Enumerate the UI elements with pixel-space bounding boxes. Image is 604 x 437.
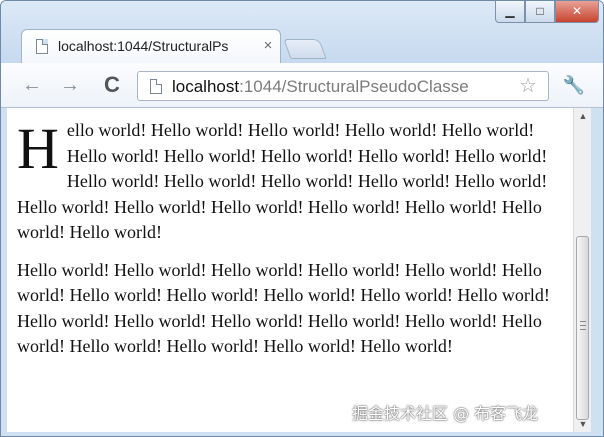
page-content: Hello world! Hello world! Hello world! H… [17,118,565,372]
back-arrow-icon[interactable]: ← [19,73,45,97]
page-icon [36,39,48,54]
window-controls: ▁ □ ✕ [495,1,599,23]
tab-active[interactable]: localhost:1044/StructuralPs × [21,29,281,63]
paragraph-first: Hello world! Hello world! Hello world! H… [17,118,565,246]
forward-arrow-icon[interactable]: → [57,73,83,97]
drop-cap-letter: H [17,116,59,181]
paragraph-first-text: ello world! Hello world! Hello world! He… [17,120,548,242]
bookmark-star-icon[interactable]: ☆ [516,74,540,98]
tab-close-icon[interactable]: × [260,37,276,55]
scroll-thumb[interactable] [576,236,589,420]
url-text[interactable]: localhost:1044/StructuralPseudoClasse [172,76,512,98]
maximize-button[interactable]: □ [525,1,555,23]
tab-strip: localhost:1044/StructuralPs × ▁ □ ✕ [1,1,603,63]
new-tab-button[interactable] [283,39,327,59]
url-host: localhost [172,77,240,96]
address-bar[interactable]: localhost:1044/StructuralPseudoClasse ☆ [137,71,549,101]
paragraph-second: Hello world! Hello world! Hello world! H… [17,259,550,357]
grip-icon [580,321,586,330]
url-path: :1044/StructuralPseudoClasse [239,77,469,96]
tab-title: localhost:1044/StructuralPs [58,38,229,54]
close-window-button[interactable]: ✕ [555,1,599,23]
page-icon [150,79,162,94]
browser-toolbar: ← → C localhost:1044/StructuralPseudoCla… [1,63,603,108]
watermark: 掘金技术社区 @ 布客飞龙 [352,404,539,423]
scroll-up-arrow-icon[interactable]: ▲ [574,108,591,124]
minimize-button[interactable]: ▁ [495,1,525,23]
wrench-menu-icon[interactable]: 🔧 [561,73,587,97]
page-viewport: Hello world! Hello world! Hello world! H… [7,108,591,432]
reload-icon[interactable]: C [99,73,125,97]
vertical-scrollbar[interactable]: ▲ ▼ [573,108,591,432]
browser-window: localhost:1044/StructuralPs × ▁ □ ✕ ← → … [0,0,604,437]
